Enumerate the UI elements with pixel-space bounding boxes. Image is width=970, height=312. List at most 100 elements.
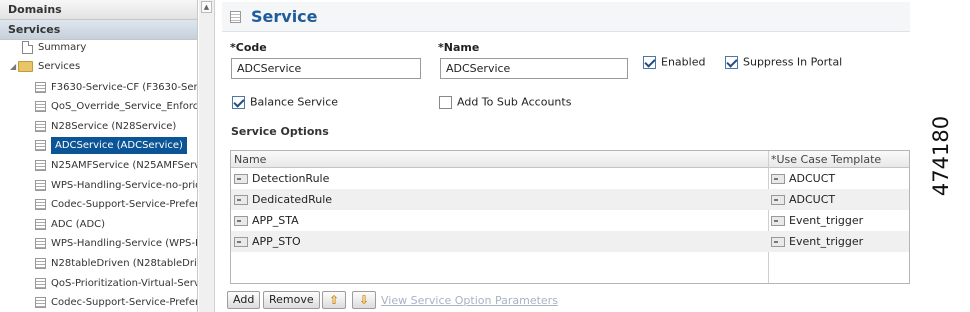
template-name: ADCUCT	[789, 193, 836, 206]
name-label: *Name	[438, 41, 480, 54]
template-name: Event_trigger	[789, 214, 864, 227]
option-name-cell: APP_STO	[234, 231, 301, 252]
tree-item-summary[interactable]: Summary	[22, 38, 86, 57]
checkbox-unchecked-icon[interactable]	[439, 95, 452, 109]
tree-item-label: QoS-Prioritization-Virtual-Servic	[51, 278, 198, 289]
enabled-label: Enabled	[661, 55, 706, 69]
name-input[interactable]	[440, 58, 628, 79]
tree-item-service[interactable]: Codec-Support-Service-Prefer-A	[35, 293, 198, 312]
template-name: Event_trigger	[789, 235, 864, 248]
template-icon	[771, 195, 785, 205]
add-to-sub-accounts-checkbox[interactable]: Add To Sub Accounts	[439, 95, 571, 109]
rule-icon	[234, 195, 248, 205]
balance-service-checkbox[interactable]: Balance Service	[232, 95, 338, 109]
move-down-icon[interactable]: ⇩	[352, 291, 376, 309]
option-name: APP_STO	[252, 235, 301, 248]
folder-open-icon	[18, 61, 33, 72]
expand-arrow-icon[interactable]: ◢	[10, 57, 18, 76]
tree-item-label: N28tableDriven (N28tableDriven	[51, 258, 197, 269]
tree-item-label: N25AMFService (N25AMFServic	[51, 160, 198, 171]
checkbox-checked-icon[interactable]	[725, 55, 738, 69]
option-name: DetectionRule	[252, 172, 330, 185]
tree-item-label: Codec-Support-Service-Prefer-A	[51, 297, 198, 308]
service-item-icon	[35, 199, 46, 210]
tree-item-label: Summary	[38, 42, 87, 53]
service-item-icon	[35, 258, 46, 269]
template-icon	[771, 174, 785, 184]
service-item-icon	[35, 180, 46, 191]
template-icon	[771, 216, 785, 226]
template-icon	[771, 237, 785, 247]
accordion-services[interactable]: Services	[0, 20, 197, 40]
option-name-cell: DedicatedRule	[234, 189, 332, 210]
tree-item-service[interactable]: ADC (ADC)	[35, 215, 105, 234]
tree-item-service[interactable]: WPS-Handling-Service (WPS-Ha	[35, 234, 198, 253]
service-options-table: Name *Use Case Template DetectionRule AD…	[230, 150, 910, 284]
tree-item-service[interactable]: QoS_Override_Service_Enforce	[35, 97, 198, 116]
tree-item-label: WPS-Handling-Service (WPS-Ha	[51, 238, 198, 249]
service-item-icon	[35, 219, 46, 230]
nav-scrollbar[interactable]: ▲	[199, 0, 215, 312]
table-row[interactable]: APP_STA Event_trigger	[231, 210, 909, 231]
screen: Domains Services Summary ◢ Services F3630…	[0, 0, 970, 312]
page-title: Service	[251, 7, 318, 26]
view-service-option-parameters-link[interactable]: View Service Option Parameters	[381, 294, 558, 307]
tree-item-service[interactable]: F3630-Service-CF (F3630-Servic	[35, 78, 198, 97]
service-icon	[230, 11, 241, 23]
left-nav-panel: Domains Services Summary ◢ Services F3630…	[0, 0, 198, 312]
rule-icon	[234, 174, 248, 184]
table-row[interactable]: DedicatedRule ADCUCT	[231, 189, 909, 210]
option-name-cell: DetectionRule	[234, 168, 329, 189]
tree-item-label: ADCService (ADCService)	[51, 136, 187, 154]
template-cell: Event_trigger	[771, 210, 863, 231]
service-item-icon	[35, 238, 46, 249]
template-cell: ADCUCT	[771, 189, 835, 210]
figure-number-text: 474180	[929, 115, 953, 197]
tree-item-service[interactable]: N28Service (N28Service)	[35, 117, 176, 136]
tree-item-label: N28Service (N28Service)	[51, 121, 177, 132]
rule-icon	[234, 237, 248, 247]
tree-item-service[interactable]: N25AMFService (N25AMFServic	[35, 156, 198, 175]
table-header: Name *Use Case Template	[231, 151, 909, 168]
service-item-icon	[35, 160, 46, 171]
service-editor: Service *Code *Name Enabled Suppress In …	[216, 0, 910, 312]
add-button[interactable]: Add	[227, 291, 261, 309]
tree-item-service-selected[interactable]: ADCService (ADCService)	[35, 136, 187, 155]
table-row[interactable]: DetectionRule ADCUCT	[231, 168, 909, 189]
rule-icon	[234, 216, 248, 226]
tree-item-service[interactable]: Codec-Support-Service-Prefer-A	[35, 195, 198, 214]
tree-item-service[interactable]: QoS-Prioritization-Virtual-Servic	[35, 274, 198, 293]
checkbox-checked-icon[interactable]	[232, 95, 245, 109]
tree-item-service[interactable]: N28tableDriven (N28tableDriven	[35, 254, 197, 273]
page-icon	[22, 41, 33, 54]
tree-item-service[interactable]: WPS-Handling-Service-no-priori	[35, 176, 197, 195]
template-cell: ADCUCT	[771, 168, 835, 189]
template-name: ADCUCT	[789, 172, 836, 185]
column-header-name[interactable]: Name	[234, 153, 266, 166]
option-name: DedicatedRule	[252, 193, 333, 206]
enabled-checkbox[interactable]: Enabled	[643, 55, 705, 69]
scroll-up-icon[interactable]: ▲	[201, 1, 212, 13]
code-input[interactable]	[231, 58, 421, 79]
tree-item-label: Codec-Support-Service-Prefer-A	[51, 199, 198, 210]
tree-item-label: ADC (ADC)	[51, 219, 106, 230]
checkbox-checked-icon[interactable]	[643, 55, 656, 69]
service-item-icon	[35, 297, 46, 308]
tree-item-label: QoS_Override_Service_Enforce	[51, 101, 198, 112]
service-item-icon	[35, 139, 46, 151]
option-name: APP_STA	[252, 214, 299, 227]
table-row[interactable]: APP_STO Event_trigger	[231, 231, 909, 252]
column-header-use-case-template[interactable]: *Use Case Template	[771, 153, 881, 166]
accordion-domains[interactable]: Domains	[0, 0, 197, 20]
suppress-in-portal-checkbox[interactable]: Suppress In Portal	[725, 55, 842, 69]
move-up-icon[interactable]: ⇧	[322, 291, 346, 309]
service-item-icon	[35, 278, 46, 289]
remove-button[interactable]: Remove	[263, 291, 320, 309]
tree-item-label: Services	[38, 61, 81, 72]
template-cell: Event_trigger	[771, 231, 863, 252]
tree-item-label: F3630-Service-CF (F3630-Servic	[51, 82, 198, 93]
add-to-sub-accounts-label: Add To Sub Accounts	[457, 95, 572, 109]
service-item-icon	[35, 121, 46, 132]
tree-item-services-folder[interactable]: ◢ Services	[10, 57, 80, 76]
service-options-heading: Service Options	[231, 125, 329, 138]
